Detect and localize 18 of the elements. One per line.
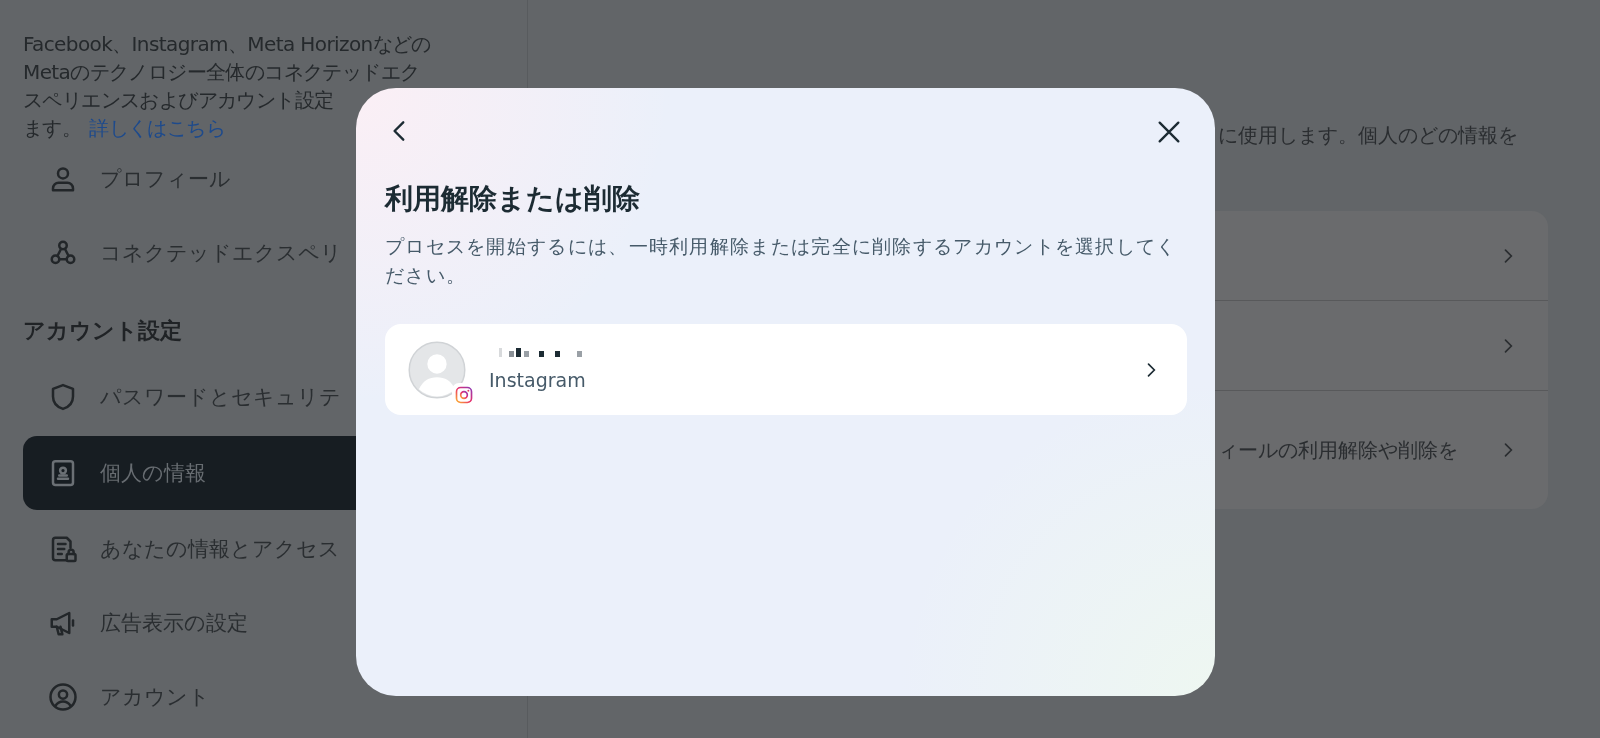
nav-item[interactable]: あなたの情報とアクセス xyxy=(23,512,567,586)
section-heading: アカウント設定 xyxy=(23,317,182,345)
nav-item[interactable]: アカウント xyxy=(23,660,567,734)
description-text: Facebook、Instagram、Meta Horizonなどの xyxy=(23,31,431,58)
description-text: Metaのテクノロジー全体のコネクテッドエク xyxy=(23,59,420,86)
nav-item[interactable]: 広告表示の設定 xyxy=(23,586,567,660)
account-circle-icon xyxy=(48,682,78,712)
account-item[interactable]: Instagram xyxy=(385,324,1187,415)
settings-row[interactable]: ィールの利用解除や削除を xyxy=(1191,391,1548,509)
description-text: ます。 xyxy=(23,115,82,142)
instagram-icon xyxy=(454,384,474,405)
learn-more-link[interactable]: 詳しくはこちら xyxy=(89,114,225,142)
section-description: に使用します。個人のどの情報を xyxy=(1218,122,1519,149)
description-text: スペリエンスおよびアカウント設定 xyxy=(23,87,334,114)
dialog-title: 利用解除または削除 xyxy=(385,181,641,217)
platform-label: Instagram xyxy=(489,369,587,391)
avatar-icon xyxy=(408,340,466,399)
dialog-description: プロセスを開始するには、一時利用解除または完全に削除するアカウントを選択してください。 xyxy=(385,234,1178,288)
